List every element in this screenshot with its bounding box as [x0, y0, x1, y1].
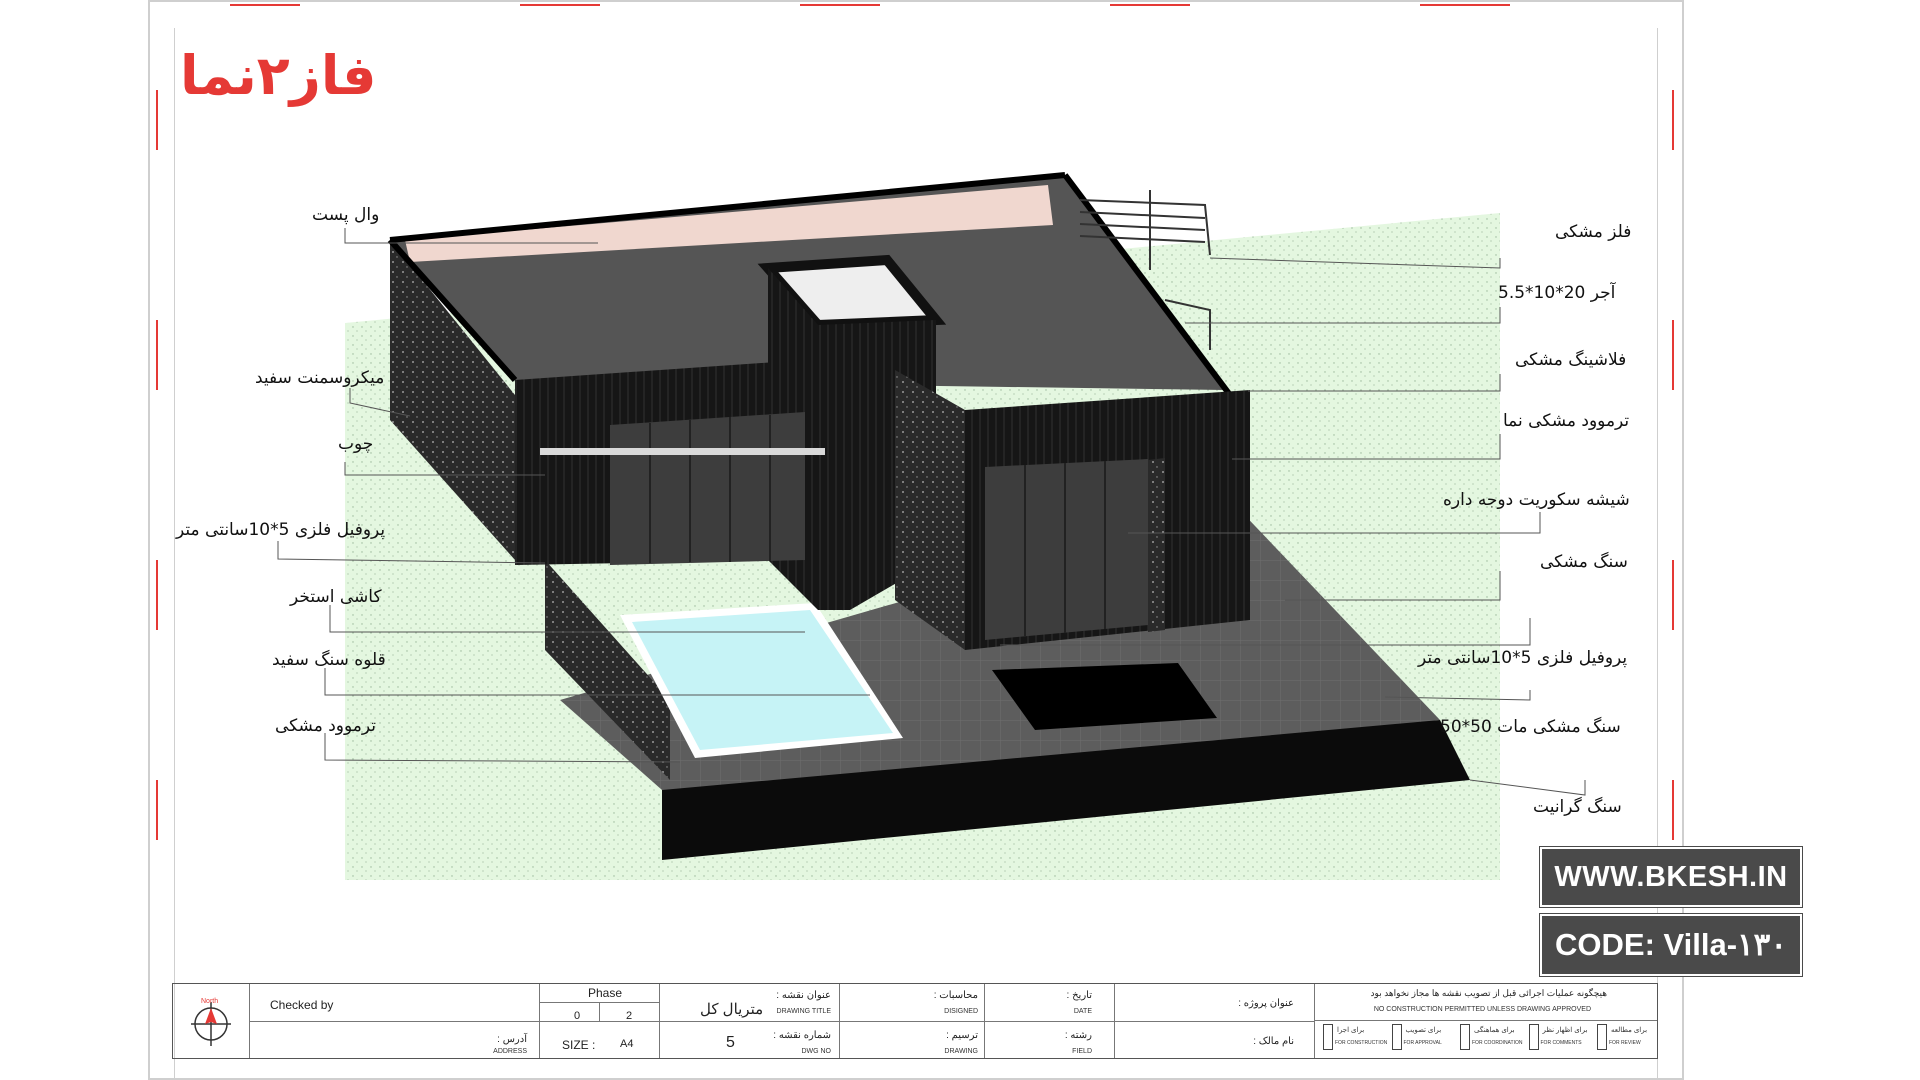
check-construction: برای اجرا FOR CONSTRUCTION: [1323, 1022, 1388, 1054]
designed-en: DISIGNED: [944, 1008, 978, 1015]
drawing-en: DRAWING: [944, 1048, 978, 1055]
warning-fa: هیچگونه عملیات اجرائی قبل از تصویب نقشه …: [1370, 988, 1607, 998]
checked-by-label: Checked by: [270, 998, 334, 1012]
code-badge: CODE: Villa-۱۳۰: [1540, 914, 1802, 976]
label-black-thermowood-facade: ترموود مشکی نما: [1503, 411, 1630, 431]
date-en: DATE: [1073, 1008, 1092, 1015]
label-black-flashing: فلاشینگ مشکی: [1515, 350, 1627, 370]
address-label: آدرس :: [497, 1034, 527, 1045]
tb-divider: [249, 1021, 1314, 1022]
approval-checks: برای اجرا FOR CONSTRUCTION برای تصویب FO…: [1323, 1022, 1653, 1054]
drawing-title-value: متریال کل: [700, 1001, 764, 1018]
project-title-fa: عنوان پروژه :: [1238, 998, 1294, 1009]
dwg-no-value: 5: [726, 1034, 735, 1051]
check-comments: برای اظهار نظر FOR COMMENTS: [1528, 1022, 1591, 1054]
label-metal-profile-left: پروفیل فلزی 5*10سانتی متر: [176, 520, 386, 540]
label-matte-black-stone: سنگ مشکی مات 50*50: [1440, 717, 1621, 737]
dwg-no-en: DWG NO: [801, 1048, 831, 1055]
check-en: FOR COORDINATION: [1472, 1040, 1523, 1046]
check-fa: برای تصویب: [1405, 1027, 1442, 1034]
check-fa: برای اظهار نظر: [1542, 1027, 1588, 1034]
size-value: A4: [620, 1038, 634, 1050]
check-en: FOR REVIEW: [1609, 1040, 1641, 1046]
tb-divider-phase-v: [599, 1002, 600, 1021]
glazing-left: [610, 412, 805, 565]
address-en: ADDRESS: [493, 1048, 527, 1055]
checkbox-icon: [1460, 1024, 1470, 1050]
label-black-thermowood: ترموود مشکی: [275, 716, 377, 736]
warning-en: NO CONSTRUCTION PERMITTED UNLESS DRAWING…: [1373, 1006, 1591, 1013]
label-brick: آجر 20*10*5.5: [1498, 283, 1616, 303]
label-white-pebble: قلوه سنگ سفید: [272, 650, 386, 670]
label-black-stone: سنگ مشکی: [1540, 552, 1628, 572]
size-label: SIZE :: [562, 1038, 596, 1052]
north-cell: North: [173, 984, 249, 1058]
checkbox-icon: [1597, 1024, 1607, 1050]
owner-fa: نام مالک :: [1253, 1036, 1294, 1047]
field-en: FIELD: [1072, 1048, 1092, 1055]
check-en: FOR COMMENTS: [1540, 1040, 1582, 1046]
glazing-right: [985, 459, 1148, 640]
approval-cell: هیچگونه عملیات اجرائی قبل از تصویب نقشه …: [1314, 984, 1657, 1058]
phase-label: Phase: [588, 986, 623, 1000]
check-en: FOR CONSTRUCTION: [1335, 1040, 1388, 1046]
check-coordination: برای هماهنگی FOR COORDINATION: [1460, 1022, 1522, 1054]
north-label: North: [201, 998, 219, 1005]
check-en: FOR APPROVAL: [1403, 1040, 1442, 1046]
label-metal-profile-right: پروفیل فلزی 5*10سانتی متر: [1418, 648, 1628, 668]
wood-beam: [540, 448, 825, 455]
north-arrow-icon: [191, 1002, 231, 1046]
label-wall-post: وال پست: [312, 205, 380, 225]
label-microcement: میکروسمنت سفید: [255, 368, 385, 388]
title-block: North Checked by آدرس : ADDRESS Phase 0 …: [172, 983, 1658, 1059]
checkbox-icon: [1323, 1024, 1333, 1050]
checkbox-icon: [1391, 1024, 1402, 1050]
check-fa: برای هماهنگی: [1474, 1027, 1515, 1034]
check-approval: برای تصویب FOR APPROVAL: [1391, 1022, 1454, 1054]
label-granite: سنگ گرانیت: [1533, 797, 1622, 817]
website-badge: WWW.BKESH.IN: [1540, 847, 1802, 907]
tb-divider-approval: [1314, 1020, 1657, 1021]
check-review: برای مطالعه FOR REVIEW: [1597, 1022, 1653, 1054]
label-wood: چوب: [338, 434, 374, 454]
checkbox-icon: [1528, 1024, 1539, 1050]
date-fa: تاریخ :: [1066, 990, 1092, 1001]
label-black-metal: فلز مشکی: [1555, 222, 1632, 242]
drawing-fa: ترسیم :: [946, 1030, 978, 1041]
check-fa: برای مطالعه: [1611, 1027, 1648, 1034]
label-pool-tile: کاشی استخر: [290, 587, 382, 607]
check-fa: برای اجرا: [1337, 1027, 1365, 1034]
dwg-no-fa: شماره نقشه :: [773, 1030, 831, 1041]
drawing-title-en: DRAWING TITLE: [776, 1008, 831, 1015]
field-fa: رشته :: [1064, 1030, 1092, 1041]
designed-fa: محاسبات :: [933, 990, 978, 1001]
label-securit-glass: شیشه سکوریت دوجه داره: [1443, 490, 1630, 510]
drawing-title-fa: عنوان نقشه :: [776, 990, 831, 1001]
